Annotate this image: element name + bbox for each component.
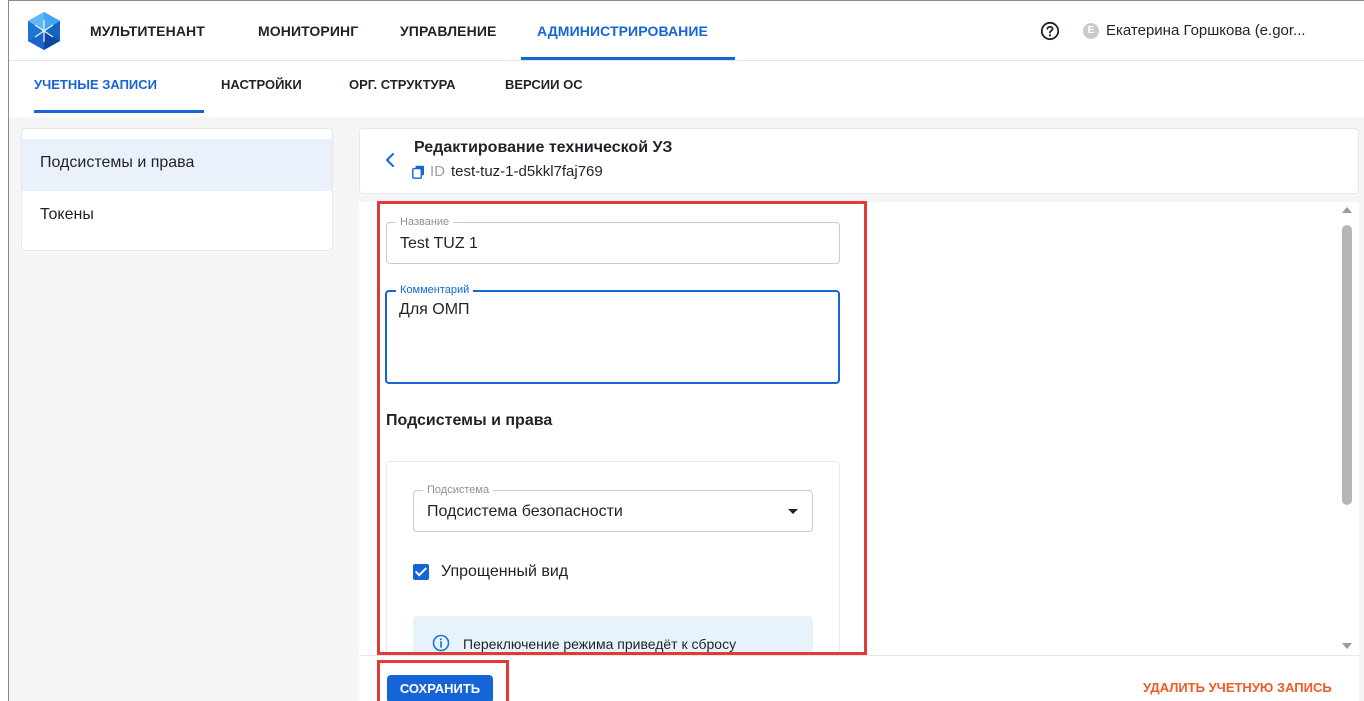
info-alert: Переключение режима приведёт к сбросу bbox=[413, 616, 813, 656]
side-item-label: Токены bbox=[40, 206, 94, 223]
id-label: ID bbox=[430, 163, 445, 180]
subsystem-select[interactable]: Подсистема Подсистема безопасности bbox=[413, 483, 813, 532]
tab-active-indicator bbox=[34, 110, 204, 113]
side-menu: Подсистемы и права Токены bbox=[21, 128, 333, 251]
nav-monitoring[interactable]: МОНИТОРИНГ bbox=[258, 23, 358, 39]
section-title: Подсистемы и права bbox=[386, 412, 553, 429]
scroll-down-arrow-icon[interactable] bbox=[1342, 643, 1352, 649]
sub-navigation: УЧЕТНЫЕ ЗАПИСИ НАСТРОЙКИ ОРГ. СТРУКТУРА … bbox=[9, 61, 1364, 117]
comment-field-label: Комментарий bbox=[396, 283, 474, 297]
tab-settings[interactable]: НАСТРОЙКИ bbox=[221, 77, 302, 92]
comment-field[interactable]: Комментарий Для ОМП bbox=[385, 283, 840, 384]
id-value: test-tuz-1-d5kkl7faj769 bbox=[451, 163, 603, 180]
subsystem-select-value: Подсистема безопасности bbox=[427, 503, 623, 520]
side-item-tokens[interactable]: Токены bbox=[22, 191, 332, 243]
simplified-view-checkbox[interactable]: Упрощенный вид bbox=[413, 563, 568, 581]
delete-account-button[interactable]: УДАЛИТЬ УЧЕТНУЮ ЗАПИСЬ bbox=[1143, 680, 1332, 695]
nav-multitenant[interactable]: МУЛЬТИТЕНАНТ bbox=[90, 23, 205, 39]
info-circle-icon bbox=[432, 634, 450, 652]
top-navigation: МУЛЬТИТЕНАНТ МОНИТОРИНГ УПРАВЛЕНИЕ АДМИН… bbox=[9, 1, 1364, 61]
caret-down-icon[interactable] bbox=[788, 509, 798, 514]
name-field[interactable]: Название Test TUZ 1 bbox=[386, 215, 840, 264]
user-name[interactable]: Екатерина Горшкова (e.gor... bbox=[1106, 22, 1306, 39]
simplified-view-label: Упрощенный вид bbox=[441, 563, 569, 580]
checkbox-checked-icon[interactable] bbox=[413, 564, 429, 580]
tab-org-structure[interactable]: ОРГ. СТРУКТУРА bbox=[349, 77, 456, 92]
edit-header-card bbox=[359, 128, 1359, 194]
nav-administration[interactable]: АДМИНИСТРИРОВАНИЕ bbox=[537, 23, 708, 39]
account-id: ID test-tuz-1-d5kkl7faj769 bbox=[412, 163, 603, 180]
name-field-value: Test TUZ 1 bbox=[400, 235, 478, 252]
page-title: Редактирование технической УЗ bbox=[414, 139, 673, 156]
info-text: Переключение режима приведёт к сбросу bbox=[463, 636, 737, 652]
side-item-label: Подсистемы и права bbox=[40, 154, 195, 171]
side-item-subsystems[interactable]: Подсистемы и права bbox=[22, 139, 332, 191]
save-button[interactable]: СОХРАНИТЬ bbox=[387, 675, 493, 701]
scroll-up-arrow-icon[interactable] bbox=[1342, 207, 1352, 213]
name-field-label: Название bbox=[396, 215, 454, 229]
chevron-left-icon[interactable] bbox=[383, 151, 397, 169]
tab-os-versions[interactable]: ВЕРСИИ ОС bbox=[505, 77, 583, 92]
nav-management[interactable]: УПРАВЛЕНИЕ bbox=[400, 23, 496, 39]
help-circle-icon[interactable] bbox=[1040, 21, 1060, 41]
scrollbar-thumb[interactable] bbox=[1342, 225, 1352, 505]
comment-field-value: Для ОМП bbox=[399, 301, 470, 318]
copy-icon[interactable] bbox=[412, 165, 425, 179]
subsystem-select-label: Подсистема bbox=[423, 483, 494, 497]
avatar[interactable]: E bbox=[1083, 23, 1099, 39]
app-logo-icon[interactable] bbox=[26, 11, 62, 51]
tab-accounts[interactable]: УЧЕТНЫЕ ЗАПИСИ bbox=[34, 77, 157, 92]
